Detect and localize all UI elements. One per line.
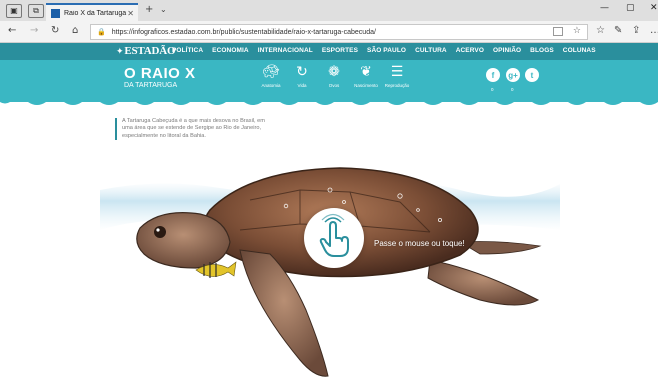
cycle-icon: ↻: [296, 64, 308, 80]
refresh-icon[interactable]: ↻: [51, 25, 59, 36]
facebook-icon[interactable]: f: [486, 68, 500, 82]
menu-label: Anatomia: [261, 83, 281, 88]
site-nav: ✦ESTADÃO POLÍTICA ECONOMIA INTERNACIONAL…: [0, 43, 658, 60]
bird-logo-icon: ✦: [116, 47, 124, 57]
menu-label: Vida: [297, 83, 307, 88]
tab-preview-icon[interactable]: ▣: [6, 3, 22, 18]
back-icon[interactable]: ←: [8, 25, 16, 36]
favicon-icon: [51, 8, 60, 18]
eggs-icon: ❁: [328, 64, 340, 80]
intro-text: A Tartaruga Cabeçuda é a que mais desova…: [115, 118, 270, 141]
nav-link-colunas[interactable]: COLUNAS: [563, 47, 596, 54]
share-icon[interactable]: ⇪: [632, 25, 640, 36]
list-icon: ☰: [390, 64, 404, 80]
browser-tab-bar: ▣ ⧉ Raio X da Tartaruga Cab ✕ + ⌄ — ▢ ✕: [0, 0, 658, 21]
tap-hand-icon: [319, 213, 349, 257]
address-toolbar: ← → ↻ ⌂ 🔒 https://infograficos.estadao.c…: [0, 21, 658, 43]
twitter-icon[interactable]: t: [525, 68, 539, 82]
forward-icon[interactable]: →: [30, 25, 38, 36]
menu-reproducao[interactable]: ☰ Reprodução: [374, 64, 420, 88]
close-tab-icon[interactable]: ✕: [127, 9, 134, 18]
tap-hint-text: Passe o mouse ou toque!: [374, 239, 465, 248]
url-text: https://infograficos.estadao.com.br/publ…: [111, 28, 376, 36]
page-title: O RAIO X DA TARTARUGA: [124, 65, 196, 89]
tap-hint-button[interactable]: [304, 208, 364, 268]
nav-link-opiniao[interactable]: OPINIÃO: [493, 47, 521, 54]
browser-tab[interactable]: Raio X da Tartaruga Cab ✕: [46, 3, 138, 21]
tab-aside-icon[interactable]: ⧉: [28, 3, 44, 18]
reading-view-icon[interactable]: [553, 27, 563, 36]
lock-icon: 🔒: [97, 28, 106, 36]
pen-icon[interactable]: ✎: [614, 25, 622, 36]
turtle-head: [136, 212, 231, 269]
wave-divider: [0, 96, 658, 105]
eye-highlight: [156, 228, 160, 232]
title-line-1: O RAIO X: [124, 65, 196, 82]
favorites-star-icon[interactable]: ☆: [573, 26, 581, 36]
tab-title: Raio X da Tartaruga Cab: [64, 9, 127, 17]
title-line-2: DA TARTARUGA: [124, 82, 178, 89]
tab-list-chevron-icon[interactable]: ⌄: [160, 5, 167, 14]
google-plus-icon[interactable]: g+: [506, 68, 520, 82]
close-window-icon[interactable]: ✕: [650, 3, 658, 13]
google-plus-count: 0: [511, 87, 514, 92]
favorites-hub-icon[interactable]: ☆: [596, 25, 605, 36]
turtle-eye: [154, 226, 166, 238]
menu-label: Reprodução: [384, 83, 410, 88]
hatchling-icon: ❦: [360, 64, 372, 80]
nav-link-cultura[interactable]: CULTURA: [415, 47, 447, 54]
home-icon[interactable]: ⌂: [72, 25, 78, 36]
maximize-icon[interactable]: ▢: [626, 3, 635, 13]
minimize-icon[interactable]: —: [600, 3, 609, 13]
nav-link-economia[interactable]: ECONOMIA: [212, 47, 249, 54]
nav-link-internacional[interactable]: INTERNACIONAL: [258, 47, 313, 54]
rear-flipper: [427, 259, 540, 306]
more-icon[interactable]: …: [650, 25, 658, 36]
nav-link-blogs[interactable]: BLOGS: [530, 47, 554, 54]
nav-link-esportes[interactable]: ESPORTES: [322, 47, 358, 54]
url-field[interactable]: 🔒 https://infograficos.estadao.com.br/pu…: [90, 24, 588, 40]
facebook-count: 0: [491, 87, 494, 92]
nav-link-politica[interactable]: POLÍTICA: [172, 47, 203, 54]
nav-link-acervo[interactable]: ACERVO: [456, 47, 484, 54]
nav-links: POLÍTICA ECONOMIA INTERNACIONAL ESPORTES…: [172, 47, 596, 54]
turtle-icon: 🐢︎: [262, 64, 280, 80]
menu-label: Ovos: [328, 83, 340, 88]
nav-link-sao-paulo[interactable]: SÃO PAULO: [367, 47, 406, 54]
new-tab-icon[interactable]: +: [145, 4, 153, 15]
estadao-logo[interactable]: ✦ESTADÃO: [116, 45, 176, 57]
logo-text: ESTADÃO: [124, 45, 176, 57]
